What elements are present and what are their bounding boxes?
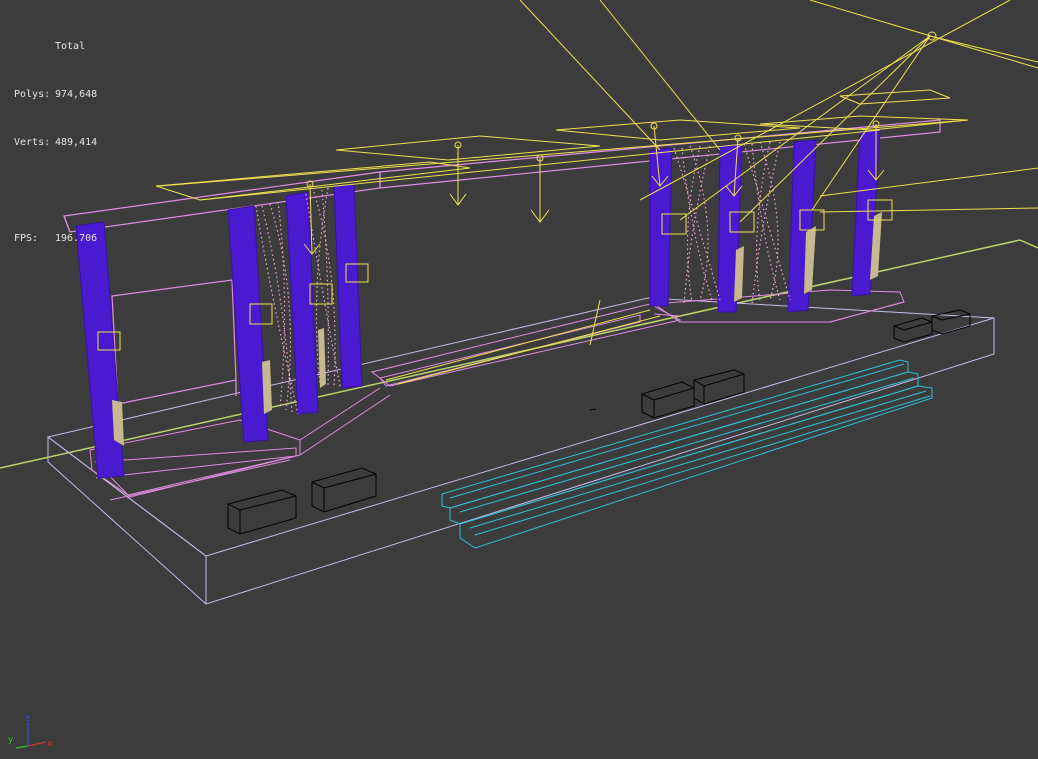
stats-title: Total [55,41,86,52]
stats-verts-row: Verts: 489,414 [14,135,97,151]
stats-fps-row: FPS: 196.706 [14,231,97,247]
axis-x-line [27,741,47,747]
curtains [255,141,791,415]
fps-label: FPS: [14,233,39,244]
wireframe-scene [0,0,1038,605]
stats-polys-row: Polys: 974,648 [14,87,97,103]
ground-grid-line [1019,239,1038,249]
verts-label: Verts: [14,137,51,148]
polys-label: Polys: [14,89,51,100]
axis-y-label: y [8,735,14,745]
verts-value: 489,414 [55,137,98,148]
axis-x-label: x [47,739,53,749]
axis-gizmo-icon[interactable]: z y x [6,712,56,754]
front-steps[interactable] [441,359,933,549]
polys-value: 974,648 [55,89,98,100]
fps-value: 196.706 [55,233,98,244]
stats-spacer [14,183,97,199]
axis-y-line [15,745,29,749]
axis-z-label: z [25,714,30,724]
3d-viewport[interactable]: Total Polys: 974,648 Verts: 489,414 FPS:… [0,0,1038,759]
columns-left[interactable] [75,183,363,479]
viewport-statistics: Total Polys: 974,648 Verts: 489,414 FPS:… [14,7,97,279]
